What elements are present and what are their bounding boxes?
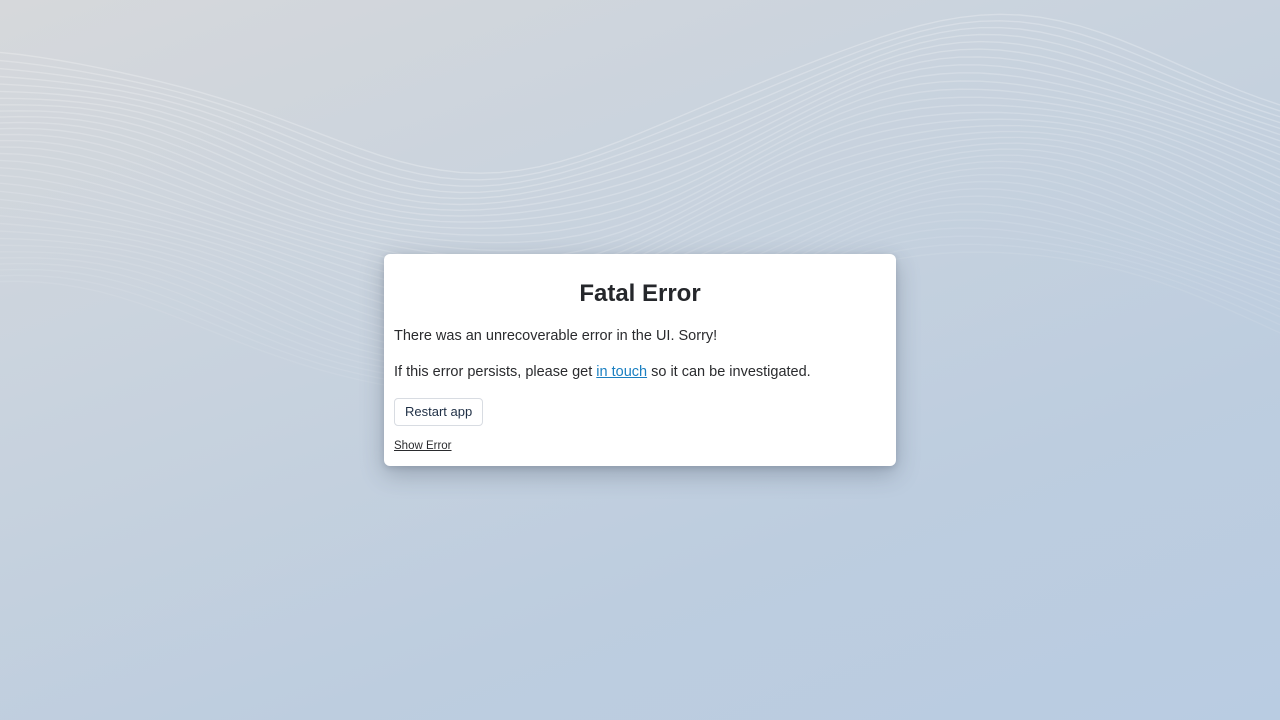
background-wave-line (0, 26, 1280, 187)
fatal-error-dialog: Fatal Error There was an unrecoverable e… (384, 254, 896, 466)
background-wave-line (0, 13, 1280, 174)
show-error-link[interactable]: Show Error (394, 440, 452, 452)
background-wave-line (0, 111, 1280, 260)
background-wave-line (0, 64, 1280, 217)
background-wave-line (0, 96, 1280, 244)
persist-message-prefix: If this error persists, please get (394, 364, 597, 380)
background-wave-line (0, 33, 1280, 194)
background-wave-line (0, 118, 1280, 268)
background-wave-line (0, 20, 1280, 181)
error-message: There was an unrecoverable error in the … (394, 328, 718, 344)
background-wave-line (0, 124, 1280, 276)
background-wave-line (0, 88, 1280, 236)
background-wave-line (0, 56, 1280, 212)
dialog-title: Fatal Error (579, 280, 701, 307)
background-wave-line (0, 104, 1280, 252)
background-wave-line (0, 48, 1280, 206)
background-wave-line (0, 80, 1280, 230)
persist-message-suffix: so it can be investigated. (647, 364, 811, 380)
background-wave-line (0, 72, 1280, 223)
background-wave-line (0, 40, 1280, 200)
restart-app-button[interactable]: Restart app (394, 398, 484, 426)
contact-link[interactable]: in touch (596, 364, 647, 380)
persist-message: If this error persists, please get in to… (394, 362, 886, 382)
